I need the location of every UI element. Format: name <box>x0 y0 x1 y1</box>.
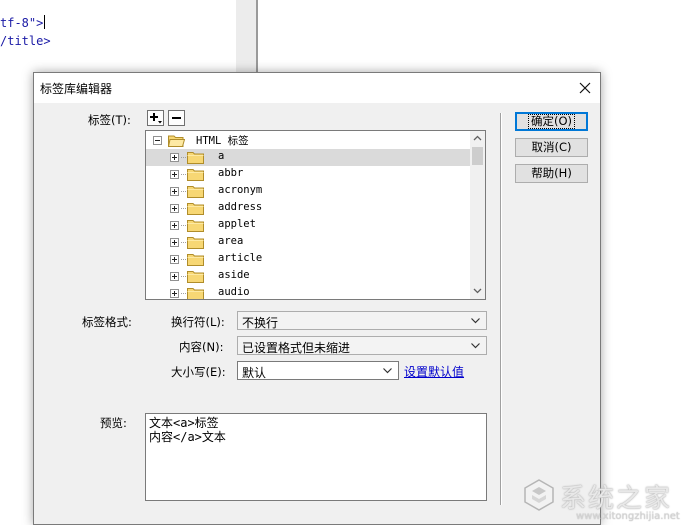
tree-connector <box>181 174 186 175</box>
watermark-logo-icon <box>524 479 554 511</box>
preview-line: 文本<a>标签 <box>149 416 219 430</box>
expand-icon[interactable] <box>170 204 179 213</box>
linebreak-value: 不换行 <box>242 316 279 330</box>
tree-item-abbr[interactable]: abbr <box>146 166 471 183</box>
tree-item-address[interactable]: address <box>146 200 471 217</box>
close-icon <box>579 82 591 94</box>
case-value: 默认 <box>242 366 267 380</box>
tree-root-label: HTML 标签 <box>196 135 249 147</box>
tree-connector <box>181 242 186 243</box>
expand-icon[interactable] <box>170 153 179 162</box>
expand-icon[interactable] <box>170 221 179 230</box>
set-default-link[interactable]: 设置默认值 <box>404 363 464 380</box>
tree-item-aside[interactable]: aside <box>146 268 471 285</box>
cancel-button[interactable]: 取消(C) <box>515 138 588 157</box>
expand-icon[interactable] <box>170 238 179 247</box>
code-line: /title> <box>0 34 51 48</box>
chevron-down-icon <box>471 318 480 324</box>
preview-box: 文本<a>标签 内容</a>文本 <box>145 413 487 501</box>
tree-item-label: area <box>218 235 244 247</box>
tree-item-acronym[interactable]: acronym <box>146 183 471 200</box>
watermark: 系统之家 www.xitongzhijia.net <box>500 470 684 525</box>
preview-line: 内容</a>文本 <box>149 430 226 444</box>
folder-icon <box>187 288 204 299</box>
ok-button[interactable]: 确定(O) <box>515 112 588 131</box>
minus-icon <box>172 117 181 119</box>
tree-item-label: applet <box>218 218 256 230</box>
tree-root-row[interactable]: HTML 标签 <box>146 132 471 149</box>
scroll-up-icon[interactable] <box>473 134 482 143</box>
expand-icon[interactable] <box>170 170 179 179</box>
tree-item-label: acronym <box>218 184 263 196</box>
expand-icon[interactable] <box>170 187 179 196</box>
tag-tree[interactable]: HTML 标签 a abbr acronym address applet ar… <box>145 130 486 300</box>
plus-dropdown-icon <box>150 113 162 124</box>
tree-item-label: abbr <box>218 167 244 179</box>
tree-item-article[interactable]: article <box>146 251 471 268</box>
ok-button-label: 确定(O) <box>527 114 576 129</box>
tag-format-label: 标签格式: <box>82 315 132 329</box>
expand-icon[interactable] <box>170 289 179 298</box>
tree-connector <box>181 293 186 294</box>
tree-connector <box>181 157 186 158</box>
expand-icon[interactable] <box>170 255 179 264</box>
chevron-down-icon <box>471 343 480 349</box>
scrollbar-thumb[interactable] <box>472 147 483 165</box>
tree-item-label: a <box>218 150 225 162</box>
preview-label: 预览: <box>100 416 127 430</box>
help-button[interactable]: 帮助(H) <box>515 164 588 183</box>
folder-icon <box>187 271 204 283</box>
scroll-down-icon[interactable] <box>473 286 482 295</box>
folder-icon <box>187 254 204 266</box>
folder-icon <box>187 203 204 215</box>
tree-connector <box>181 225 186 226</box>
content-value: 已设置格式但未缩进 <box>242 341 351 355</box>
tree-item-label: aside <box>218 269 250 281</box>
folder-icon <box>187 220 204 232</box>
chevron-down-icon <box>383 368 392 374</box>
text-caret <box>44 15 46 29</box>
remove-tag-button[interactable] <box>168 110 185 126</box>
tree-scrollbar[interactable] <box>470 131 485 299</box>
linebreak-label: 换行符(L): <box>171 315 225 329</box>
dialog-title: 标签库编辑器 <box>40 82 113 96</box>
tree-item-label: article <box>218 252 263 264</box>
tree-connector <box>181 208 186 209</box>
close-button[interactable] <box>574 77 596 99</box>
tree-connector <box>181 191 186 192</box>
folder-icon <box>187 237 204 249</box>
tree-item-applet[interactable]: applet <box>146 217 471 234</box>
linebreak-select[interactable]: 不换行 <box>237 311 487 330</box>
tags-label: 标签(T): <box>88 113 131 127</box>
folder-icon <box>187 186 204 198</box>
watermark-text: 系统之家 <box>560 484 673 514</box>
tree-item-area[interactable]: area <box>146 234 471 251</box>
content-select[interactable]: 已设置格式但未缩进 <box>237 336 487 355</box>
tree-connector <box>181 259 186 260</box>
tree-item-label: audio <box>218 286 250 298</box>
add-tag-button[interactable] <box>147 110 164 126</box>
watermark-url: www.xitongzhijia.net <box>576 511 680 522</box>
case-select[interactable]: 默认 <box>237 361 399 380</box>
code-line: tf-8"> <box>0 15 46 30</box>
tree-item-a[interactable]: a <box>146 149 471 166</box>
tree-item-label: address <box>218 201 263 213</box>
folder-icon <box>187 169 204 181</box>
folder-icon <box>187 152 204 164</box>
vertical-separator <box>500 113 502 505</box>
dialog-titlebar[interactable]: 标签库编辑器 <box>34 73 600 103</box>
content-label: 内容(N): <box>179 340 224 354</box>
tag-library-editor-dialog: 标签库编辑器 标签(T): HTML 标签 a abbr acronym add… <box>33 72 601 525</box>
expand-icon[interactable] <box>170 272 179 281</box>
tree-connector <box>181 276 186 277</box>
collapse-icon[interactable] <box>153 136 162 145</box>
folder-open-icon <box>168 135 185 147</box>
case-label: 大小写(E): <box>171 365 226 379</box>
tree-item-audio[interactable]: audio <box>146 285 471 299</box>
